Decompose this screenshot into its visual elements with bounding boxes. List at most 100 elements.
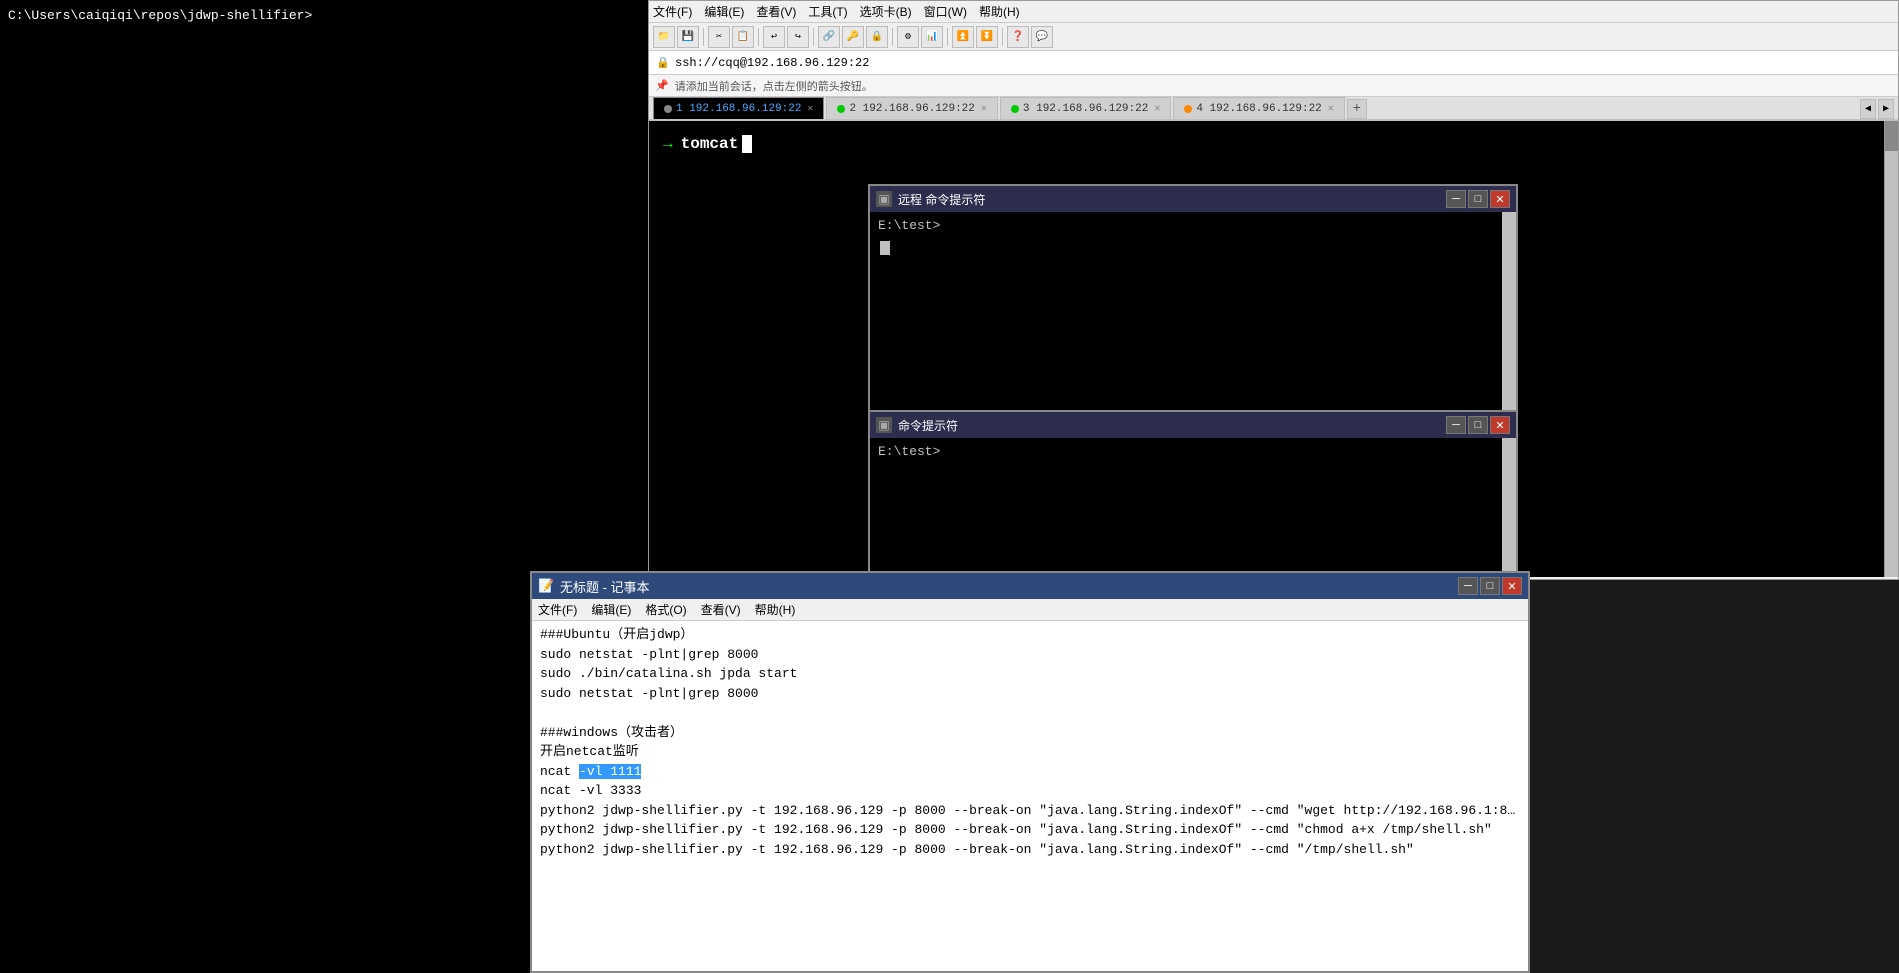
tab-dot-4 — [1184, 105, 1192, 113]
toolbar-btn-14[interactable]: ❓ — [1007, 26, 1029, 48]
ssh-tab-2[interactable]: 2 192.168.96.129:22 ✕ — [826, 97, 997, 119]
toolbar-btn-8[interactable]: 🔑 — [842, 26, 864, 48]
notepad-menu-file[interactable]: 文件(F) — [538, 601, 577, 618]
cmd-titlebar-btns-2: ─ □ ✕ — [1446, 416, 1510, 434]
toolbar-btn-3[interactable]: ✂ — [708, 26, 730, 48]
bookmark-hint: 请添加当前会话，点击左侧的箭头按钮。 — [675, 78, 873, 94]
toolbar-btn-1[interactable]: 📁 — [653, 26, 675, 48]
cmd-cursor-1 — [880, 241, 890, 255]
toolbar-btn-7[interactable]: 🔗 — [818, 26, 840, 48]
notepad-line-3: sudo ./bin/catalina.sh jpda start — [540, 664, 1520, 684]
tab-label-3: 3 192.168.96.129:22 — [1023, 103, 1148, 115]
notepad-minimize-btn[interactable]: ─ — [1458, 577, 1478, 595]
toolbar-btn-5[interactable]: ↩ — [763, 26, 785, 48]
notepad-menu-edit[interactable]: 编辑(E) — [591, 601, 631, 618]
toolbar-sep-4 — [892, 28, 893, 46]
notepad-icon: 📝 — [538, 578, 554, 594]
terminal-cursor — [742, 135, 752, 153]
ssh-scrollbar-thumb[interactable] — [1885, 121, 1898, 151]
cmd-titlebar-2: ▣ 命令提示符 ─ □ ✕ — [870, 412, 1516, 438]
toolbar-btn-4[interactable]: 📋 — [732, 26, 754, 48]
notepad-restore-btn[interactable]: □ — [1480, 577, 1500, 595]
notepad-menu-format[interactable]: 格式(O) — [645, 601, 686, 618]
notepad-titlebar: 📝 无标题 - 记事本 ─ □ ✕ — [532, 573, 1528, 599]
notepad-line-12: python2 jdwp-shellifier.py -t 192.168.96… — [540, 840, 1520, 860]
menu-file[interactable]: 文件(F) — [653, 3, 692, 20]
toolbar-btn-13[interactable]: ⏬ — [976, 26, 998, 48]
ssh-scrollbar[interactable] — [1884, 121, 1898, 577]
ssh-tab-1[interactable]: 1 192.168.96.129:22 ✕ — [653, 97, 824, 119]
toolbar-btn-11[interactable]: 📊 — [921, 26, 943, 48]
tab-close-1[interactable]: ✕ — [807, 103, 813, 115]
cmd-minimize-btn-1[interactable]: ─ — [1446, 190, 1466, 208]
ssh-terminal-content: → tomcat — [649, 121, 1898, 163]
toolbar-btn-9[interactable]: 🔒 — [866, 26, 888, 48]
cmd-close-btn-2[interactable]: ✕ — [1490, 416, 1510, 434]
left-terminal-path: C:\Users\caiqiqi\repos\jdwp-shellifier> — [8, 8, 312, 23]
cmd-minimize-btn-2[interactable]: ─ — [1446, 416, 1466, 434]
toolbar-btn-6[interactable]: ↪ — [787, 26, 809, 48]
cmd-window-2: ▣ 命令提示符 ─ □ ✕ E:\test> — [868, 410, 1518, 580]
cmd-close-btn-1[interactable]: ✕ — [1490, 190, 1510, 208]
tab-dot-1 — [664, 105, 672, 113]
notepad-line-4: sudo netstat -plnt|grep 8000 — [540, 684, 1520, 704]
toolbar-sep-1 — [703, 28, 704, 46]
tab-add-button[interactable]: + — [1347, 99, 1367, 119]
menu-edit[interactable]: 编辑(E) — [704, 3, 744, 20]
ssh-toolbar: 📁 💾 ✂ 📋 ↩ ↪ 🔗 🔑 🔒 ⚙ 📊 ⏫ ⏬ ❓ 💬 — [649, 23, 1898, 51]
toolbar-btn-15[interactable]: 💬 — [1031, 26, 1053, 48]
tab-dot-2 — [837, 105, 845, 113]
toolbar-sep-6 — [1002, 28, 1003, 46]
menu-window[interactable]: 窗口(W) — [924, 3, 967, 20]
cmd-titlebar-btns-1: ─ □ ✕ — [1446, 190, 1510, 208]
cmd-prompt-1: E:\test> — [878, 218, 1508, 233]
tab-dot-3 — [1011, 105, 1019, 113]
cmd-scrollbar-2[interactable] — [1502, 438, 1516, 578]
cmd-titlebar-1: ▣ 远程 命令提示符 ─ □ ✕ — [870, 186, 1516, 212]
tab-close-3[interactable]: ✕ — [1154, 103, 1160, 115]
toolbar-sep-5 — [947, 28, 948, 46]
tab-close-2[interactable]: ✕ — [981, 103, 987, 115]
menu-tabs[interactable]: 选项卡(B) — [860, 3, 912, 20]
notepad-content[interactable]: ###Ubuntu（开启jdwp） sudo netstat -plnt|gre… — [532, 621, 1528, 971]
tab-label-4: 4 192.168.96.129:22 — [1196, 103, 1321, 115]
tab-nav-prev[interactable]: ◀ — [1860, 99, 1876, 119]
notepad-line-9: ncat -vl 3333 — [540, 781, 1520, 801]
ssh-address: ssh://cqq@192.168.96.129:22 — [675, 56, 869, 70]
ssh-bookmark-bar: 📌 请添加当前会话，点击左侧的箭头按钮。 — [649, 75, 1898, 97]
cmd-icon-1: ▣ — [876, 191, 892, 207]
menu-view[interactable]: 查看(V) — [756, 3, 796, 20]
menu-help[interactable]: 帮助(H) — [979, 3, 1020, 20]
notepad-close-btn[interactable]: ✕ — [1502, 577, 1522, 595]
menu-tools[interactable]: 工具(T) — [808, 3, 847, 20]
ssh-addressbar: 🔒 ssh://cqq@192.168.96.129:22 — [649, 51, 1898, 75]
notepad-line-5 — [540, 703, 1520, 723]
ssh-menubar: 文件(F) 编辑(E) 查看(V) 工具(T) 选项卡(B) 窗口(W) 帮助(… — [649, 1, 1898, 23]
terminal-command: tomcat — [681, 135, 739, 153]
notepad-window: 📝 无标题 - 记事本 ─ □ ✕ 文件(F) 编辑(E) 格式(O) 查看(V… — [530, 571, 1530, 973]
ssh-tab-4[interactable]: 4 192.168.96.129:22 ✕ — [1173, 97, 1344, 119]
notepad-line-1: ###Ubuntu（开启jdwp） — [540, 625, 1520, 645]
cmd-content-1[interactable]: E:\test> — [870, 212, 1516, 412]
cmd-title-1: 远程 命令提示符 — [898, 191, 985, 208]
cmd-window-1: ▣ 远程 命令提示符 ─ □ ✕ E:\test> — [868, 184, 1518, 414]
notepad-line-11: python2 jdwp-shellifier.py -t 192.168.96… — [540, 820, 1520, 840]
tab-close-4[interactable]: ✕ — [1328, 103, 1334, 115]
toolbar-btn-2[interactable]: 💾 — [677, 26, 699, 48]
cmd-title-2: 命令提示符 — [898, 417, 958, 434]
cmd-restore-btn-2[interactable]: □ — [1468, 416, 1488, 434]
tab-nav: ◀ ▶ — [1860, 99, 1894, 119]
lock-icon: 🔒 — [655, 55, 671, 71]
notepad-line-2: sudo netstat -plnt|grep 8000 — [540, 645, 1520, 665]
tab-nav-next[interactable]: ▶ — [1878, 99, 1894, 119]
ssh-tab-3[interactable]: 3 192.168.96.129:22 ✕ — [1000, 97, 1171, 119]
notepad-menu-help[interactable]: 帮助(H) — [755, 601, 796, 618]
cmd-scrollbar-1[interactable] — [1502, 212, 1516, 412]
cmd-content-2[interactable]: E:\test> — [870, 438, 1516, 578]
toolbar-btn-12[interactable]: ⏫ — [952, 26, 974, 48]
cmd-restore-btn-1[interactable]: □ — [1468, 190, 1488, 208]
prompt-arrow: → — [663, 135, 673, 153]
notepad-highlight: -vl 1111 — [579, 764, 641, 779]
notepad-menu-view[interactable]: 查看(V) — [701, 601, 741, 618]
toolbar-btn-10[interactable]: ⚙ — [897, 26, 919, 48]
